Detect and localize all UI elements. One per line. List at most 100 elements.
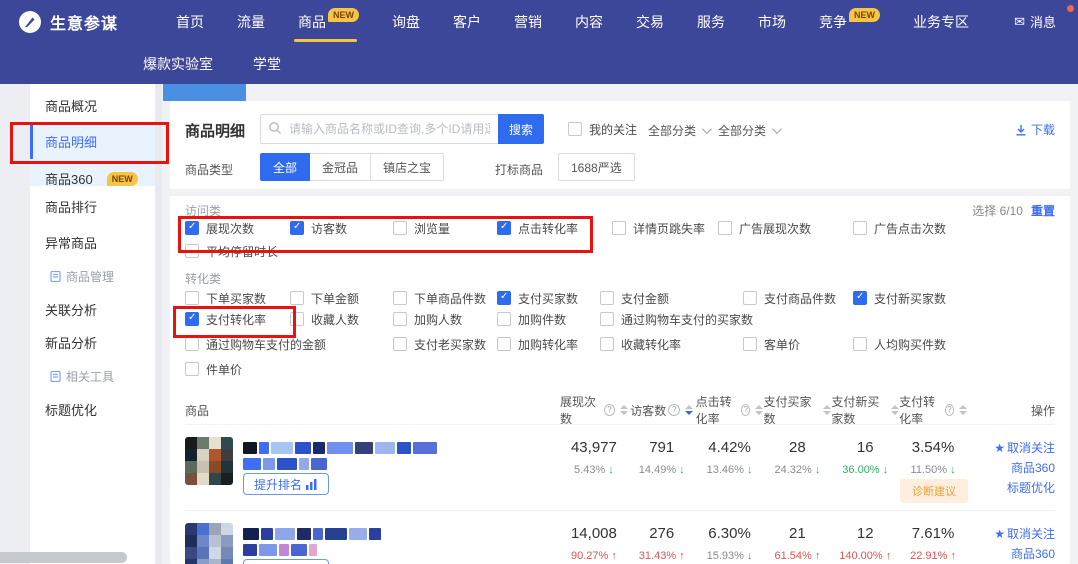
checkbox-pay-amount[interactable]: 支付金额 bbox=[600, 290, 669, 306]
checkbox-pay-returning-buyers[interactable]: 支付老买家数 bbox=[393, 336, 486, 352]
sort-icon-active-desc[interactable] bbox=[685, 405, 693, 415]
help-icon[interactable] bbox=[945, 404, 954, 416]
column-click-conversion-rate[interactable]: 点击转化率 bbox=[696, 393, 764, 427]
sidebar-item-new-product-analysis[interactable]: 新品分析 bbox=[45, 333, 97, 351]
reset-link[interactable]: 重置 bbox=[1031, 202, 1055, 219]
checkbox-pay-item-count[interactable]: 支付商品件数 bbox=[743, 290, 836, 306]
subnav-hot-lab[interactable]: 爆款实验室 bbox=[143, 54, 213, 74]
checkbox-favorite-users[interactable]: 收藏人数 bbox=[290, 311, 359, 327]
checkbox-order-amount[interactable]: 下单金额 bbox=[290, 290, 359, 306]
checkbox-box bbox=[290, 291, 304, 305]
checkbox-pay-conversion-rate[interactable]: 支付转化率 bbox=[185, 311, 266, 327]
nav-customers[interactable]: 客户 bbox=[453, 12, 481, 32]
tag-1688-selection-button[interactable]: 1688严选 bbox=[558, 153, 635, 181]
nav-products[interactable]: 商品NEW bbox=[298, 12, 359, 32]
sidebar-item-product-overview[interactable]: 商品概况 bbox=[45, 96, 97, 114]
nav-marketing[interactable]: 营销 bbox=[514, 12, 542, 32]
checkbox-avg-items-per-buyer[interactable]: 人均购买件数 bbox=[853, 336, 946, 352]
checkbox-cart-pay-buyers[interactable]: 通过购物车支付的买家数 bbox=[600, 311, 753, 327]
nav-transactions[interactable]: 交易 bbox=[636, 12, 664, 32]
type-all-button[interactable]: 全部 bbox=[260, 153, 310, 181]
nav-home[interactable]: 首页 bbox=[176, 12, 204, 32]
nav-business-zone[interactable]: 业务专区 bbox=[913, 12, 969, 32]
sidebar-item-product-360[interactable]: 商品360NEW bbox=[45, 169, 138, 187]
type-shop-treasure-button[interactable]: 镇店之宝 bbox=[371, 153, 444, 181]
boost-ranking-button[interactable]: 提升排名 bbox=[243, 473, 329, 495]
checkbox-visitors[interactable]: 访客数 bbox=[290, 220, 347, 236]
checkbox-box bbox=[185, 362, 199, 376]
checkbox-cart-add-users[interactable]: 加购人数 bbox=[393, 311, 462, 327]
type-gold-crown-button[interactable]: 金冠品 bbox=[310, 153, 371, 181]
nav-services[interactable]: 服务 bbox=[697, 12, 725, 32]
checkbox-pay-new-buyers[interactable]: 支付新买家数 bbox=[853, 290, 946, 306]
nav-competition[interactable]: 竞争NEW bbox=[819, 12, 880, 32]
checkbox-cart-conversion-rate[interactable]: 加购转化率 bbox=[497, 336, 578, 352]
checkbox-detail-bounce-rate[interactable]: 详情页跳失率 bbox=[612, 220, 705, 236]
unfollow-link[interactable]: ★取消关注 bbox=[994, 439, 1055, 456]
column-pay-buyers[interactable]: 支付买家数 bbox=[763, 393, 831, 427]
nav-traffic[interactable]: 流量 bbox=[237, 12, 265, 32]
checkbox-favorite-conversion-rate[interactable]: 收藏转化率 bbox=[600, 336, 681, 352]
sidebar-item-abnormal-products[interactable]: 异常商品 bbox=[45, 233, 97, 251]
checkbox-pageviews[interactable]: 浏览量 bbox=[393, 220, 450, 236]
nav-inquiries[interactable]: 询盘 bbox=[392, 12, 420, 32]
title-optimization-link[interactable]: 标题优化 bbox=[1007, 479, 1055, 496]
search-input[interactable] bbox=[260, 114, 498, 144]
checkbox-box bbox=[290, 221, 304, 235]
checkbox-unit-price[interactable]: 件单价 bbox=[185, 361, 242, 377]
column-pay-conversion-rate[interactable]: 支付转化率 bbox=[899, 393, 967, 427]
sort-icon[interactable] bbox=[959, 405, 967, 415]
help-icon[interactable] bbox=[604, 404, 615, 416]
sort-icon[interactable] bbox=[755, 405, 763, 415]
checkbox-pay-buyers[interactable]: 支付买家数 bbox=[497, 290, 578, 306]
redacted-product-title[interactable] bbox=[243, 439, 439, 455]
checkbox-cart-add-items[interactable]: 加购件数 bbox=[497, 311, 566, 327]
nav-content[interactable]: 内容 bbox=[575, 12, 603, 32]
product-thumbnail[interactable] bbox=[185, 437, 233, 485]
sidebar-item-product-ranking[interactable]: 商品排行 bbox=[45, 197, 97, 215]
unfollow-link[interactable]: ★取消关注 bbox=[994, 525, 1055, 542]
column-impressions[interactable]: 展现次数 bbox=[560, 393, 628, 427]
diagnosis-suggestion-button[interactable]: 诊断建议 bbox=[900, 479, 968, 503]
category-dropdown-1[interactable]: 全部分类 bbox=[648, 122, 709, 139]
sort-icon[interactable] bbox=[823, 405, 831, 415]
sidebar-item-product-management[interactable]: 商品管理 bbox=[50, 267, 114, 285]
help-icon[interactable] bbox=[741, 404, 750, 416]
checkbox-order-buyers[interactable]: 下单买家数 bbox=[185, 290, 266, 306]
checkbox-avg-order-value[interactable]: 客单价 bbox=[743, 336, 800, 352]
category-dropdown-2[interactable]: 全部分类 bbox=[718, 122, 779, 139]
download-link[interactable]: 下载 bbox=[1015, 121, 1055, 138]
checkbox-avg-stay-duration[interactable]: 平均停留时长 bbox=[185, 243, 278, 259]
metric-change: 31.43% ↑ bbox=[628, 550, 696, 562]
trend-arrow-icon: ↓ bbox=[883, 464, 889, 476]
column-pay-new-buyers[interactable]: 支付新买家数 bbox=[831, 393, 899, 427]
search-button[interactable]: 搜索 bbox=[498, 114, 544, 144]
sidebar-item-association-analysis[interactable]: 关联分析 bbox=[45, 300, 97, 318]
help-icon[interactable] bbox=[668, 404, 680, 416]
subnav-academy[interactable]: 学堂 bbox=[253, 54, 281, 74]
boost-ranking-button[interactable]: 提升排名 bbox=[243, 559, 329, 564]
sort-icon[interactable] bbox=[891, 405, 899, 415]
product-thumbnail[interactable] bbox=[185, 523, 233, 564]
messages-button[interactable]: ✉ 消息 bbox=[1014, 12, 1056, 31]
horizontal-scrollbar-thumb[interactable] bbox=[0, 552, 127, 563]
checkbox-impressions[interactable]: 展现次数 bbox=[185, 220, 254, 236]
my-follow-checkbox[interactable]: 我的关注 bbox=[568, 121, 637, 137]
nav-market[interactable]: 市场 bbox=[758, 12, 786, 32]
app-logo[interactable]: 生意参谋 bbox=[18, 10, 118, 34]
checkbox-cart-pay-amount[interactable]: 通过购物车支付的金额 bbox=[185, 336, 326, 352]
checkbox-ad-impressions[interactable]: 广告展现次数 bbox=[718, 220, 811, 236]
sort-icon[interactable] bbox=[620, 405, 628, 415]
product-360-link[interactable]: 商品360 bbox=[1011, 459, 1055, 476]
redacted-product-title[interactable] bbox=[243, 525, 383, 541]
chevron-down-icon bbox=[702, 124, 712, 134]
column-visitors[interactable]: 访客数 bbox=[628, 402, 696, 419]
checkbox-ad-clicks[interactable]: 广告点击次数 bbox=[853, 220, 946, 236]
sidebar-item-related-tools[interactable]: 相关工具 bbox=[50, 367, 114, 385]
sidebar-item-title-optimization[interactable]: 标题优化 bbox=[45, 400, 97, 418]
product-360-link[interactable]: 商品360 bbox=[1011, 545, 1055, 562]
checkbox-click-conversion-rate[interactable]: 点击转化率 bbox=[497, 220, 578, 236]
sidebar-item-product-details[interactable]: 商品明细 bbox=[45, 132, 97, 150]
redacted-product-subtitle bbox=[243, 541, 383, 557]
checkbox-order-item-count[interactable]: 下单商品件数 bbox=[393, 290, 486, 306]
